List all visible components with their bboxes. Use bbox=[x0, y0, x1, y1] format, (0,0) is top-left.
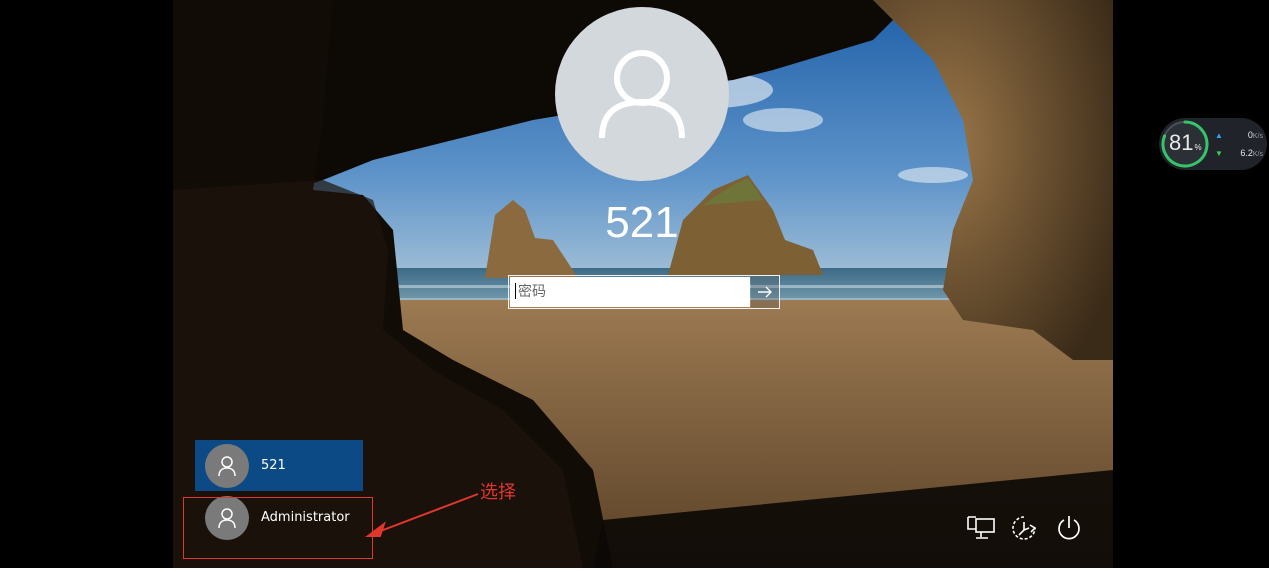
arrow-right-icon bbox=[758, 286, 772, 298]
accessibility-icon bbox=[1012, 516, 1037, 540]
password-box bbox=[508, 275, 780, 309]
text-caret bbox=[515, 283, 516, 299]
upload-unit: K/s bbox=[1252, 133, 1263, 140]
power-icon bbox=[1058, 516, 1080, 540]
download-unit: K/s bbox=[1252, 151, 1263, 158]
annotation-highlight-box bbox=[183, 497, 373, 559]
user-list-name: 521 bbox=[261, 458, 286, 473]
download-speed-text: 6.2K/s bbox=[1240, 148, 1263, 158]
usage-percent: 81% bbox=[1169, 130, 1202, 156]
submit-button[interactable] bbox=[751, 276, 779, 308]
user-icon bbox=[599, 50, 685, 139]
current-username: 521 bbox=[605, 198, 679, 247]
annotation-label: 选择 bbox=[480, 482, 516, 503]
network-button[interactable] bbox=[964, 512, 998, 544]
download-speed: ▼ 6.2K/s bbox=[1215, 146, 1263, 160]
upload-speed: ▲ 0K/s bbox=[1215, 128, 1263, 142]
upload-speed-text: 0K/s bbox=[1248, 130, 1263, 140]
frame-bottom-edge bbox=[0, 568, 1269, 572]
password-input[interactable] bbox=[510, 277, 750, 307]
network-icon bbox=[967, 516, 995, 539]
user-list-item-521[interactable]: 521 bbox=[195, 440, 363, 491]
usage-percent-value: 81 bbox=[1169, 130, 1194, 155]
power-button[interactable] bbox=[1052, 512, 1086, 544]
user-avatar-large bbox=[555, 7, 729, 181]
download-arrow-icon: ▼ bbox=[1215, 148, 1223, 158]
upload-arrow-icon: ▲ bbox=[1215, 130, 1223, 140]
user-list-avatar bbox=[205, 443, 249, 488]
usage-percent-unit: % bbox=[1194, 143, 1202, 152]
network-speed-widget[interactable]: 81% ▲ 0K/s ▼ 6.2K/s bbox=[1159, 118, 1267, 170]
user-icon bbox=[218, 455, 236, 476]
download-value: 6.2 bbox=[1240, 148, 1253, 158]
accessibility-button[interactable] bbox=[1008, 512, 1042, 544]
